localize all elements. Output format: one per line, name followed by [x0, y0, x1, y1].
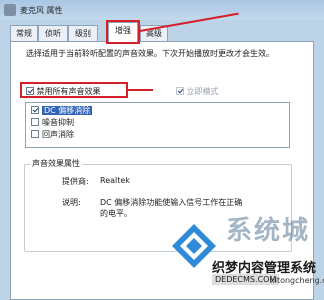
effect-description-label: 说明:: [62, 198, 81, 207]
watermark-logo: [172, 224, 216, 268]
window-title: 麦克风 属性: [20, 6, 63, 15]
tab-general[interactable]: 常规: [10, 25, 38, 41]
effect-label: 回声消除: [42, 130, 74, 139]
disable-all-effects-label: 禁用所有声音效果: [36, 87, 101, 96]
effect-checkbox[interactable]: [31, 118, 39, 126]
description-text: 选择适用于当前聆听配置的声音效果。下次开始播放时更改才会生效。: [26, 49, 274, 58]
checkbox-box: [176, 87, 184, 95]
disable-all-effects-checkbox[interactable]: 禁用所有声音效果: [26, 86, 101, 97]
tab-enhancements[interactable]: 增强: [108, 22, 138, 42]
tab-advanced[interactable]: 高级: [140, 25, 168, 41]
tab-strip: 常规 侦听 级别 增强 高级: [0, 22, 324, 42]
immediate-mode-label: 立即模式: [186, 87, 219, 96]
tab-levels[interactable]: 级别: [68, 25, 98, 41]
list-item[interactable]: DC 偏移消除: [31, 105, 93, 116]
list-item[interactable]: 回声消除: [31, 129, 74, 140]
effect-checkbox[interactable]: [31, 106, 39, 114]
title-bar: 麦克风 属性: [0, 0, 324, 20]
checkbox-box[interactable]: [26, 87, 34, 95]
watermark-text-4: xitongcheng.com: [270, 276, 324, 285]
group-title: 声音效果属性: [30, 158, 82, 169]
tab-listen[interactable]: 侦听: [38, 25, 68, 41]
provider-label: 提供商:: [62, 177, 89, 186]
effects-list[interactable]: DC 偏移消除 噪音抑制 回声消除: [25, 102, 290, 148]
effect-label: 噪音抑制: [42, 118, 74, 127]
effect-checkbox[interactable]: [31, 130, 39, 138]
microphone-icon: [4, 4, 16, 16]
list-item[interactable]: 噪音抑制: [31, 117, 74, 128]
immediate-mode-checkbox: 立即模式: [176, 86, 219, 97]
provider-value: Realtek: [100, 176, 130, 185]
watermark-text-1: 系统城: [226, 216, 311, 246]
effect-label: DC 偏移消除: [42, 106, 93, 115]
